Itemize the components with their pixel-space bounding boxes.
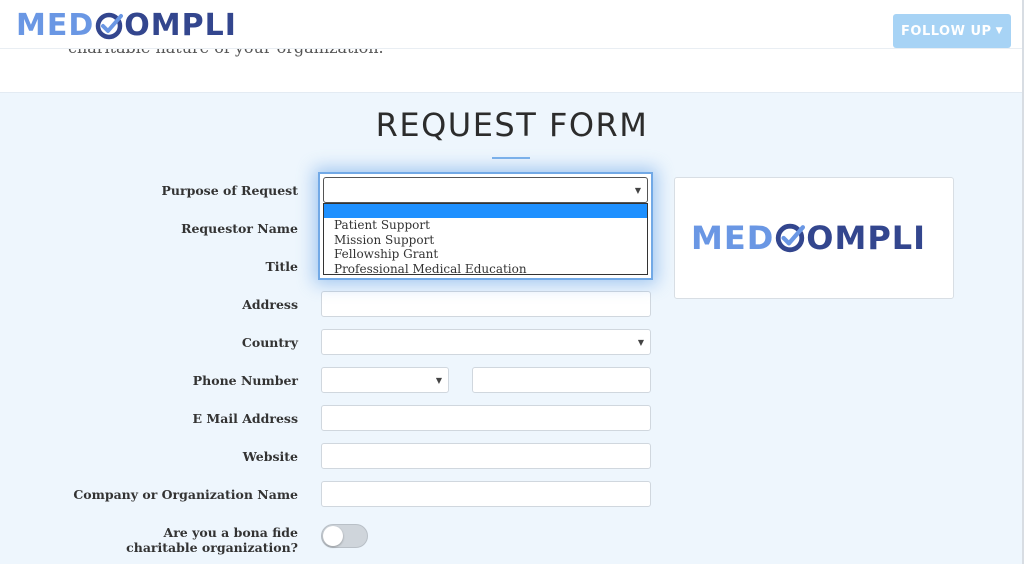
phone-code-select[interactable]: ▼ xyxy=(321,367,449,393)
purpose-option[interactable]: Professional Medical Education xyxy=(324,262,647,277)
follow-up-label: FOLLOW UP xyxy=(901,23,992,39)
form-title: REQUEST FORM xyxy=(375,106,649,144)
company-input[interactable] xyxy=(321,481,651,507)
label-charitable: Are you a bona fide charitable organizat… xyxy=(126,525,298,555)
logo-text-med: MED xyxy=(16,8,95,43)
label-website: Website xyxy=(242,449,298,464)
caret-down-icon: ▼ xyxy=(995,26,1003,36)
email-input[interactable] xyxy=(321,405,651,431)
label-country: Country xyxy=(241,335,298,350)
purpose-option[interactable]: Fellowship Grant xyxy=(324,247,647,262)
label-address: Address xyxy=(242,297,298,312)
purpose-option[interactable]: Mission Support xyxy=(324,233,647,248)
card-logo-text-ompli: OMPLI xyxy=(806,219,927,257)
select-arrow-icon: ▼ xyxy=(634,186,641,195)
logo-card: MED OMPLI xyxy=(674,177,954,299)
purpose-option[interactable]: Patient Support xyxy=(324,218,647,233)
site-logo[interactable]: MED OMPLI xyxy=(16,9,237,43)
select-arrow-icon: ▼ xyxy=(435,376,442,385)
country-select[interactable]: ▼ xyxy=(321,329,651,355)
card-logo-text-med: MED xyxy=(691,219,775,257)
logo-check-icon xyxy=(776,223,806,253)
logo-check-icon xyxy=(96,12,124,40)
site-header: MED OMPLI FOLLOW UP ▼ xyxy=(0,0,1024,49)
title-underline xyxy=(492,157,530,159)
toggle-knob xyxy=(323,526,343,546)
website-input[interactable] xyxy=(321,443,651,469)
purpose-select[interactable]: ▼ xyxy=(323,177,648,203)
logo-text-ompli: OMPLI xyxy=(124,8,237,43)
label-requestor-name: Requestor Name xyxy=(181,221,298,236)
label-title: Title xyxy=(265,259,298,274)
label-email: E Mail Address xyxy=(192,411,298,426)
label-purpose: Purpose of Request xyxy=(161,183,299,198)
charitable-toggle[interactable] xyxy=(321,524,368,548)
label-phone: Phone Number xyxy=(192,373,298,388)
label-company: Company or Organization Name xyxy=(73,487,298,502)
address-input[interactable] xyxy=(321,291,651,317)
purpose-dropdown[interactable]: ▼ Patient Support Mission Support Fellow… xyxy=(318,172,653,280)
follow-up-button[interactable]: FOLLOW UP ▼ xyxy=(893,14,1011,48)
purpose-options-list[interactable]: Patient Support Mission Support Fellowsh… xyxy=(323,203,648,277)
purpose-option-empty[interactable] xyxy=(324,204,647,218)
card-logo: MED OMPLI xyxy=(691,220,926,256)
select-arrow-icon: ▼ xyxy=(637,338,644,347)
phone-number-input[interactable] xyxy=(472,367,651,393)
